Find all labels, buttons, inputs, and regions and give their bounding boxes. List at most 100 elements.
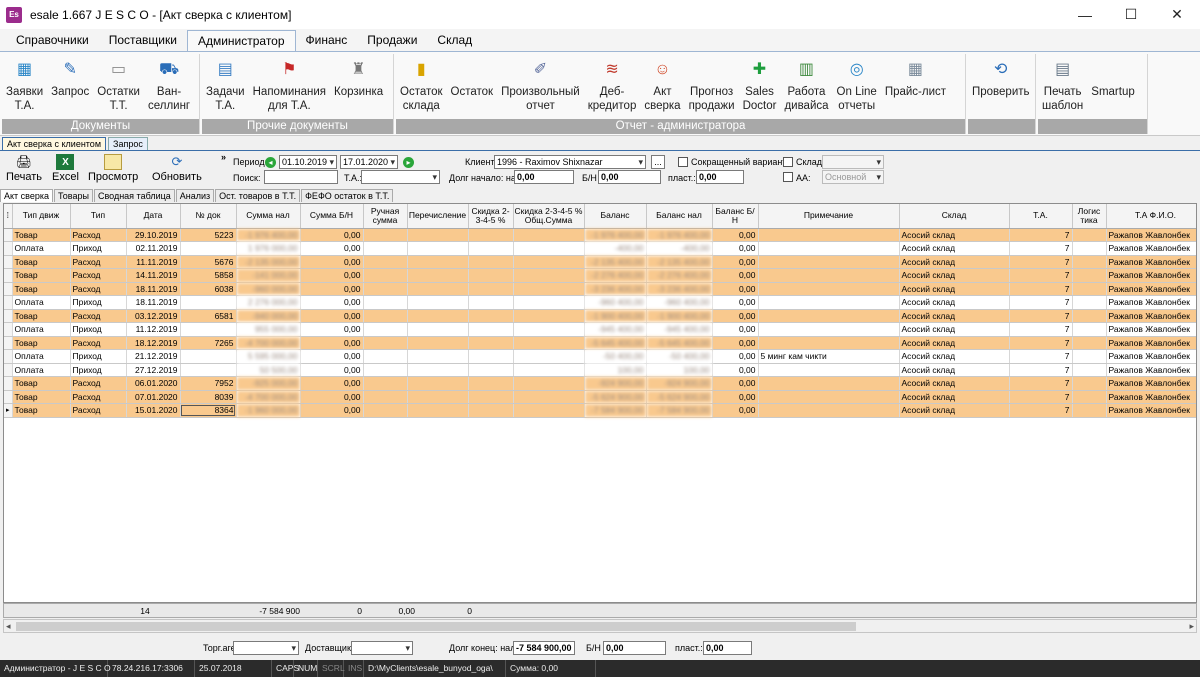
sub-tab-svodnaya[interactable]: Сводная таблица bbox=[93, 189, 175, 202]
table-row[interactable]: ▸ Товар Расход 15.01.2020 8364 -1 960 000,00 0… bbox=[4, 403, 1196, 418]
table-cell-bn[interactable]: 0,00 bbox=[300, 363, 364, 377]
column-header[interactable]: Скидка 2-3-4-5 % bbox=[468, 204, 514, 229]
table-cell-bal[interactable]: -50 400,00 bbox=[584, 349, 647, 364]
table-cell[interactable] bbox=[407, 403, 469, 418]
table-row[interactable]: Товар Расход 18.12.2019 7265 -4 700 000,00 0,… bbox=[4, 336, 1196, 350]
table-cell-balcash[interactable]: -2 276 400,00 bbox=[646, 268, 713, 283]
table-cell-note[interactable] bbox=[758, 322, 900, 337]
column-header[interactable]: Тип движ bbox=[12, 204, 71, 229]
table-cell-doc[interactable] bbox=[180, 241, 237, 256]
arrow-right-icon[interactable]: ▸ bbox=[403, 157, 414, 168]
table-cell-kind[interactable]: Товар bbox=[12, 336, 71, 350]
column-header[interactable]: Логис тика bbox=[1072, 204, 1107, 229]
table-cell-doc[interactable]: 7952 bbox=[180, 376, 237, 391]
table-cell-note[interactable] bbox=[758, 282, 900, 296]
table-cell-bal[interactable]: -1 900 400,00 bbox=[584, 309, 647, 323]
table-cell-sklad[interactable]: Асосий склад bbox=[899, 403, 1010, 418]
table-cell[interactable] bbox=[468, 282, 514, 296]
row-indicator[interactable] bbox=[4, 241, 13, 256]
ribbon-button-2-3[interactable]: ≋ Деб- кредитор bbox=[584, 54, 641, 119]
table-cell-cash[interactable]: -960 000,00 bbox=[236, 282, 301, 296]
table-cell-fio[interactable]: Ражапов Жавлонбек bbox=[1106, 376, 1196, 391]
sub-tab-analiz[interactable]: Анализ bbox=[175, 189, 215, 202]
table-cell-balbn[interactable]: 0,00 bbox=[712, 241, 759, 256]
table-cell-note[interactable] bbox=[758, 309, 900, 323]
table-cell-bn[interactable]: 0,00 bbox=[300, 336, 364, 350]
table-row[interactable]: Оплата Приход 21.12.2019 5 595 000,00 0,00 -5… bbox=[4, 349, 1196, 364]
table-cell-cash[interactable]: -4 700 000,00 bbox=[236, 390, 301, 404]
table-cell-fio[interactable]: Ражапов Жавлонбек bbox=[1106, 309, 1196, 323]
table-cell[interactable] bbox=[513, 295, 585, 310]
table-cell-fio[interactable]: Ражапов Жавлонбек bbox=[1106, 295, 1196, 310]
table-cell[interactable] bbox=[1072, 255, 1107, 269]
table-cell-balbn[interactable]: 0,00 bbox=[712, 322, 759, 337]
column-header[interactable]: № док bbox=[180, 204, 237, 229]
table-cell-fio[interactable]: Ражапов Жавлонбек bbox=[1106, 282, 1196, 296]
table-row[interactable]: Товар Расход 07.01.2020 8039 -4 700 000,00 0,… bbox=[4, 390, 1196, 404]
sub-tab-tovary[interactable]: Товары bbox=[54, 189, 93, 202]
excel-button[interactable]: X Excel bbox=[52, 154, 79, 183]
table-cell-note[interactable] bbox=[758, 228, 900, 242]
table-cell[interactable] bbox=[363, 336, 408, 350]
table-cell-ta[interactable]: 7 bbox=[1009, 282, 1073, 296]
table-cell-bn[interactable]: 0,00 bbox=[300, 403, 364, 418]
row-indicator[interactable]: ▸ bbox=[4, 403, 13, 418]
table-cell-doc[interactable]: 6581 bbox=[180, 309, 237, 323]
table-cell-fio[interactable]: Ражапов Жавлонбек bbox=[1106, 241, 1196, 256]
table-cell-kind[interactable]: Товар bbox=[12, 309, 71, 323]
table-cell[interactable] bbox=[1072, 403, 1107, 418]
table-cell-cash[interactable]: 5 595 000,00 bbox=[236, 349, 301, 364]
table-cell-cash[interactable]: 2 276 000,00 bbox=[236, 295, 301, 310]
table-cell-date[interactable]: 18.11.2019 bbox=[126, 282, 181, 296]
column-header[interactable]: Дата bbox=[126, 204, 181, 229]
table-cell-kind[interactable]: Товар bbox=[12, 376, 71, 391]
table-cell-type[interactable]: Расход bbox=[70, 376, 127, 391]
table-cell-kind[interactable]: Товар bbox=[12, 268, 71, 283]
column-header[interactable]: Сумма Б/Н bbox=[300, 204, 364, 229]
table-cell[interactable] bbox=[1072, 268, 1107, 283]
table-cell-cash[interactable]: -2 135 000,00 bbox=[236, 255, 301, 269]
table-cell-bal[interactable]: -5 624 900,00 bbox=[584, 390, 647, 404]
table-cell[interactable] bbox=[363, 322, 408, 337]
table-cell[interactable] bbox=[363, 403, 408, 418]
table-cell-cash[interactable]: -940 000,00 bbox=[236, 309, 301, 323]
doc-tab-zapros[interactable]: Запрос bbox=[108, 137, 148, 150]
table-cell-balcash[interactable]: -5 645 400,00 bbox=[646, 336, 713, 350]
table-cell-cash[interactable]: 1 976 000,00 bbox=[236, 241, 301, 256]
table-cell-balcash[interactable]: -1 976 400,00 bbox=[646, 228, 713, 242]
scroll-left-icon[interactable]: ◂ bbox=[6, 620, 11, 632]
table-row[interactable]: Товар Расход 18.11.2019 6038 -960 000,00 0,00… bbox=[4, 282, 1196, 296]
table-cell-cash[interactable]: 50 500,00 bbox=[236, 363, 301, 377]
table-cell[interactable] bbox=[363, 255, 408, 269]
table-cell-bn[interactable]: 0,00 bbox=[300, 268, 364, 283]
table-cell[interactable] bbox=[407, 295, 469, 310]
aa-select[interactable]: Основной bbox=[822, 170, 884, 184]
ribbon-button-4-1[interactable]: Smartup bbox=[1087, 54, 1138, 119]
table-cell-ta[interactable]: 7 bbox=[1009, 363, 1073, 377]
table-cell-ta[interactable]: 7 bbox=[1009, 349, 1073, 364]
sub-tab-akt-sverka[interactable]: Акт сверка bbox=[0, 189, 53, 202]
table-cell[interactable] bbox=[363, 390, 408, 404]
table-cell-date[interactable]: 14.11.2019 bbox=[126, 268, 181, 283]
row-indicator[interactable] bbox=[4, 363, 13, 377]
ribbon-button-2-8[interactable]: ◎ On Line отчеты bbox=[833, 54, 881, 119]
supplier-select[interactable] bbox=[351, 641, 413, 655]
table-cell-bal[interactable]: -945 400,00 bbox=[584, 322, 647, 337]
table-row[interactable]: Оплата Приход 18.11.2019 2 276 000,00 0,00 -9… bbox=[4, 295, 1196, 310]
column-header[interactable]: Склад bbox=[899, 204, 1010, 229]
table-cell[interactable] bbox=[468, 322, 514, 337]
table-cell-note[interactable] bbox=[758, 255, 900, 269]
doc-tab-akt-sverka[interactable]: Акт сверка с клиентом bbox=[2, 137, 107, 150]
table-cell-balbn[interactable]: 0,00 bbox=[712, 390, 759, 404]
preview-button[interactable]: Просмотр bbox=[88, 154, 138, 183]
table-row[interactable]: Товар Расход 11.11.2019 5676 -2 135 000,00 0,… bbox=[4, 255, 1196, 269]
table-cell-ta[interactable]: 7 bbox=[1009, 390, 1073, 404]
date-to-field[interactable]: 17.01.2020 bbox=[340, 155, 398, 169]
table-cell-ta[interactable]: 7 bbox=[1009, 241, 1073, 256]
table-cell[interactable] bbox=[363, 241, 408, 256]
table-cell-balbn[interactable]: 0,00 bbox=[712, 363, 759, 377]
table-cell-fio[interactable]: Ражапов Жавлонбек bbox=[1106, 255, 1196, 269]
table-cell-type[interactable]: Расход bbox=[70, 255, 127, 269]
table-cell-doc[interactable]: 8039 bbox=[180, 390, 237, 404]
table-cell[interactable] bbox=[513, 336, 585, 350]
